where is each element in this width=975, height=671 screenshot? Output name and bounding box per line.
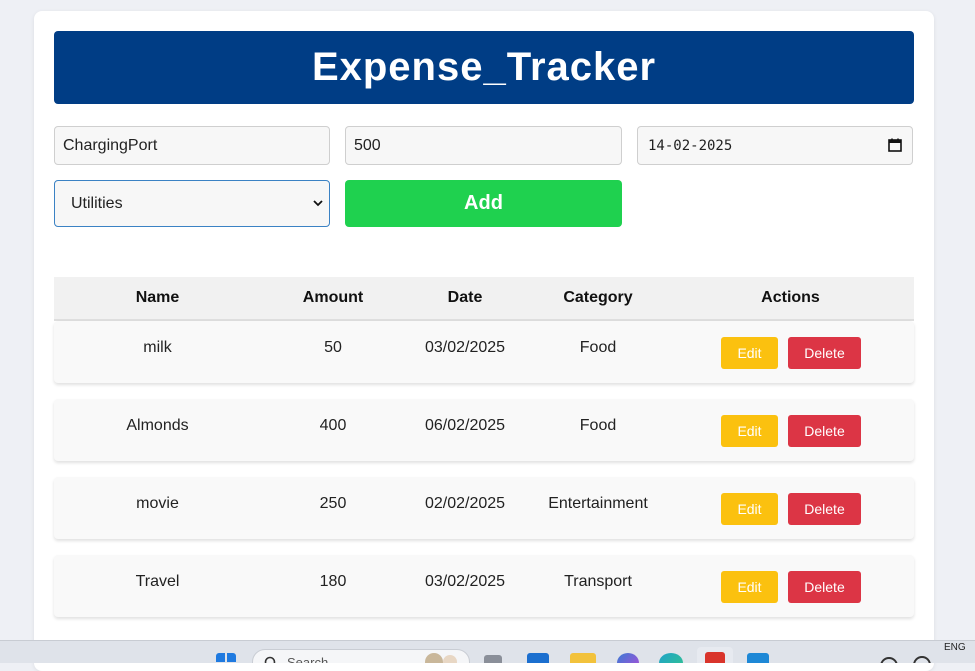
expense-date-value: 14-02-2025 [648,137,733,154]
category-select[interactable]: Utilities [54,180,330,227]
edit-button[interactable]: Edit [721,493,778,525]
table-row: movie 250 02/02/2025 Entertainment Edit … [54,477,914,539]
add-expense-button[interactable]: Add [345,180,622,227]
row-amount: 50 [324,339,342,356]
header-date: Date [447,289,483,306]
edit-button[interactable]: Edit [721,415,778,447]
row-category: Transport [564,573,632,590]
row-actions: Edit Delete [667,399,914,461]
header-amount: Amount [302,289,364,306]
header-category: Category [563,289,633,306]
expense-date-input[interactable]: 14-02-2025 [637,126,913,165]
row-actions: Edit Delete [667,477,914,539]
taskbar-search[interactable]: Search [252,649,470,663]
row-date: 03/02/2025 [424,573,506,590]
header-name: Name [135,289,180,306]
table-row: milk 50 03/02/2025 Food Edit Delete [54,321,914,383]
table-header: Name Amount Date Category Actions [54,277,914,321]
expense-tracker-card: Expense_Tracker ChargingPort 500 14-02-2… [34,11,934,671]
expense-amount-input[interactable]: 500 [345,126,622,165]
table-row: Travel 180 03/02/2025 Transport Edit Del… [54,555,914,617]
row-category: Entertainment [548,495,648,512]
page-title: Expense_Tracker [311,45,657,89]
app-icon[interactable] [705,652,725,663]
windows-taskbar: Search ENG [0,640,975,663]
delete-button[interactable]: Delete [788,571,861,603]
row-name: milk [143,339,172,356]
row-name: Almonds [126,417,189,434]
tray-icon[interactable] [880,657,898,663]
expense-amount-value: 500 [354,136,381,154]
row-actions: Edit Delete [667,555,914,617]
row-date: 02/02/2025 [424,495,506,512]
edit-button[interactable]: Edit [721,571,778,603]
calendar-icon[interactable] [888,138,902,152]
language-indicator[interactable]: ENG [944,642,966,653]
row-date: 03/02/2025 [424,339,506,356]
row-name: Travel [135,573,180,590]
edit-button[interactable]: Edit [721,337,778,369]
row-amount: 250 [319,495,347,512]
delete-button[interactable]: Delete [788,415,861,447]
chevron-down-icon [313,200,323,207]
row-date: 06/02/2025 [424,417,506,434]
category-selected-value: Utilities [71,194,123,212]
app-header: Expense_Tracker [54,31,914,104]
row-actions: Edit Delete [667,321,914,383]
header-actions: Actions [761,289,820,306]
row-amount: 180 [319,573,347,590]
expense-name-input[interactable]: ChargingPort [54,126,330,165]
expense-name-value: ChargingPort [63,136,158,154]
row-amount: 400 [319,417,347,434]
delete-button[interactable]: Delete [788,493,861,525]
row-category: Food [579,339,617,356]
row-name: movie [136,495,179,512]
delete-button[interactable]: Delete [788,337,861,369]
row-category: Food [579,417,617,434]
table-row: Almonds 400 06/02/2025 Food Edit Delete [54,399,914,461]
